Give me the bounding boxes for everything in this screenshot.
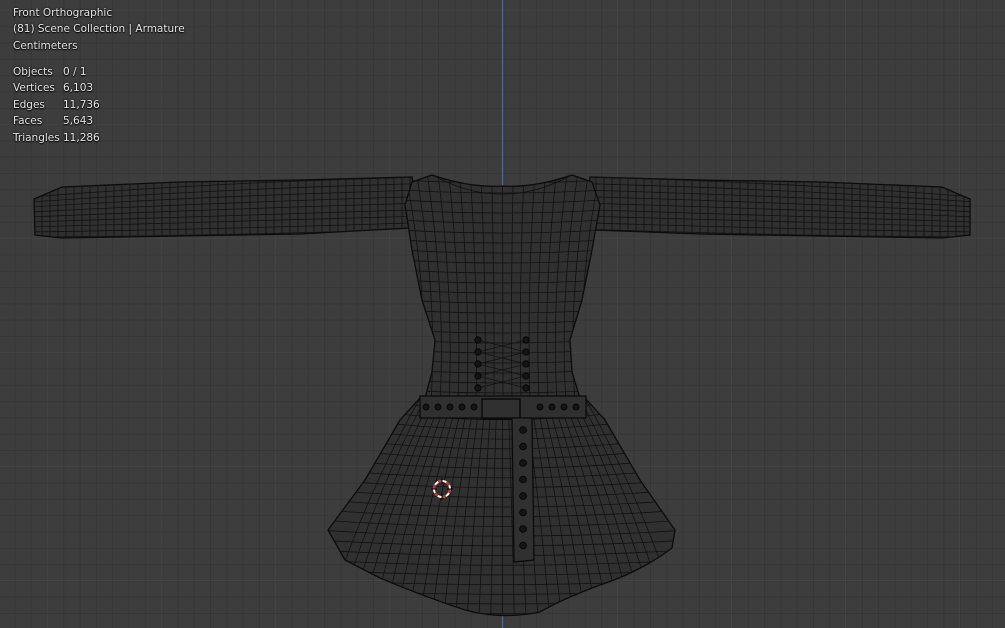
stat-value: 0 / 1 (63, 66, 87, 78)
3d-viewport[interactable]: Front Orthographic (81) Scene Collection… (0, 0, 1005, 628)
stat-row-vertices: Vertices 6,103 (13, 80, 100, 96)
viewport-header-info: Front Orthographic (81) Scene Collection… (13, 5, 185, 54)
statistics-overlay: Objects 0 / 1 Vertices 6,103 Edges 11,73… (13, 64, 100, 146)
belt (419, 395, 587, 420)
unit-system: Centimeters (13, 39, 78, 52)
dress-mesh-wireframe[interactable] (0, 0, 1005, 628)
stat-row-triangles: Triangles 11,286 (13, 130, 100, 146)
stat-value: 5,643 (63, 115, 94, 128)
stat-value: 11,286 (63, 131, 100, 144)
stat-label: Triangles (13, 131, 60, 144)
stat-value: 11,736 (63, 98, 100, 111)
stat-value: 6,103 (63, 82, 94, 95)
stat-row-faces: Faces 5,643 (13, 113, 100, 129)
stat-label: Vertices (13, 82, 55, 95)
stat-row-objects: Objects 0 / 1 (13, 64, 100, 80)
front-strap (511, 417, 535, 563)
stat-label: Faces (13, 115, 43, 128)
right-sleeve (584, 176, 971, 239)
stat-label: Edges (13, 98, 45, 111)
collection-info: (81) Scene Collection | Armature (13, 23, 185, 36)
skirt (327, 397, 676, 617)
view-name: Front Orthographic (13, 7, 113, 19)
3d-cursor-icon[interactable] (431, 478, 453, 500)
left-sleeve (33, 176, 421, 239)
stat-row-edges: Edges 11,736 (13, 97, 100, 113)
stat-label: Objects (13, 66, 53, 78)
torso (404, 174, 601, 399)
